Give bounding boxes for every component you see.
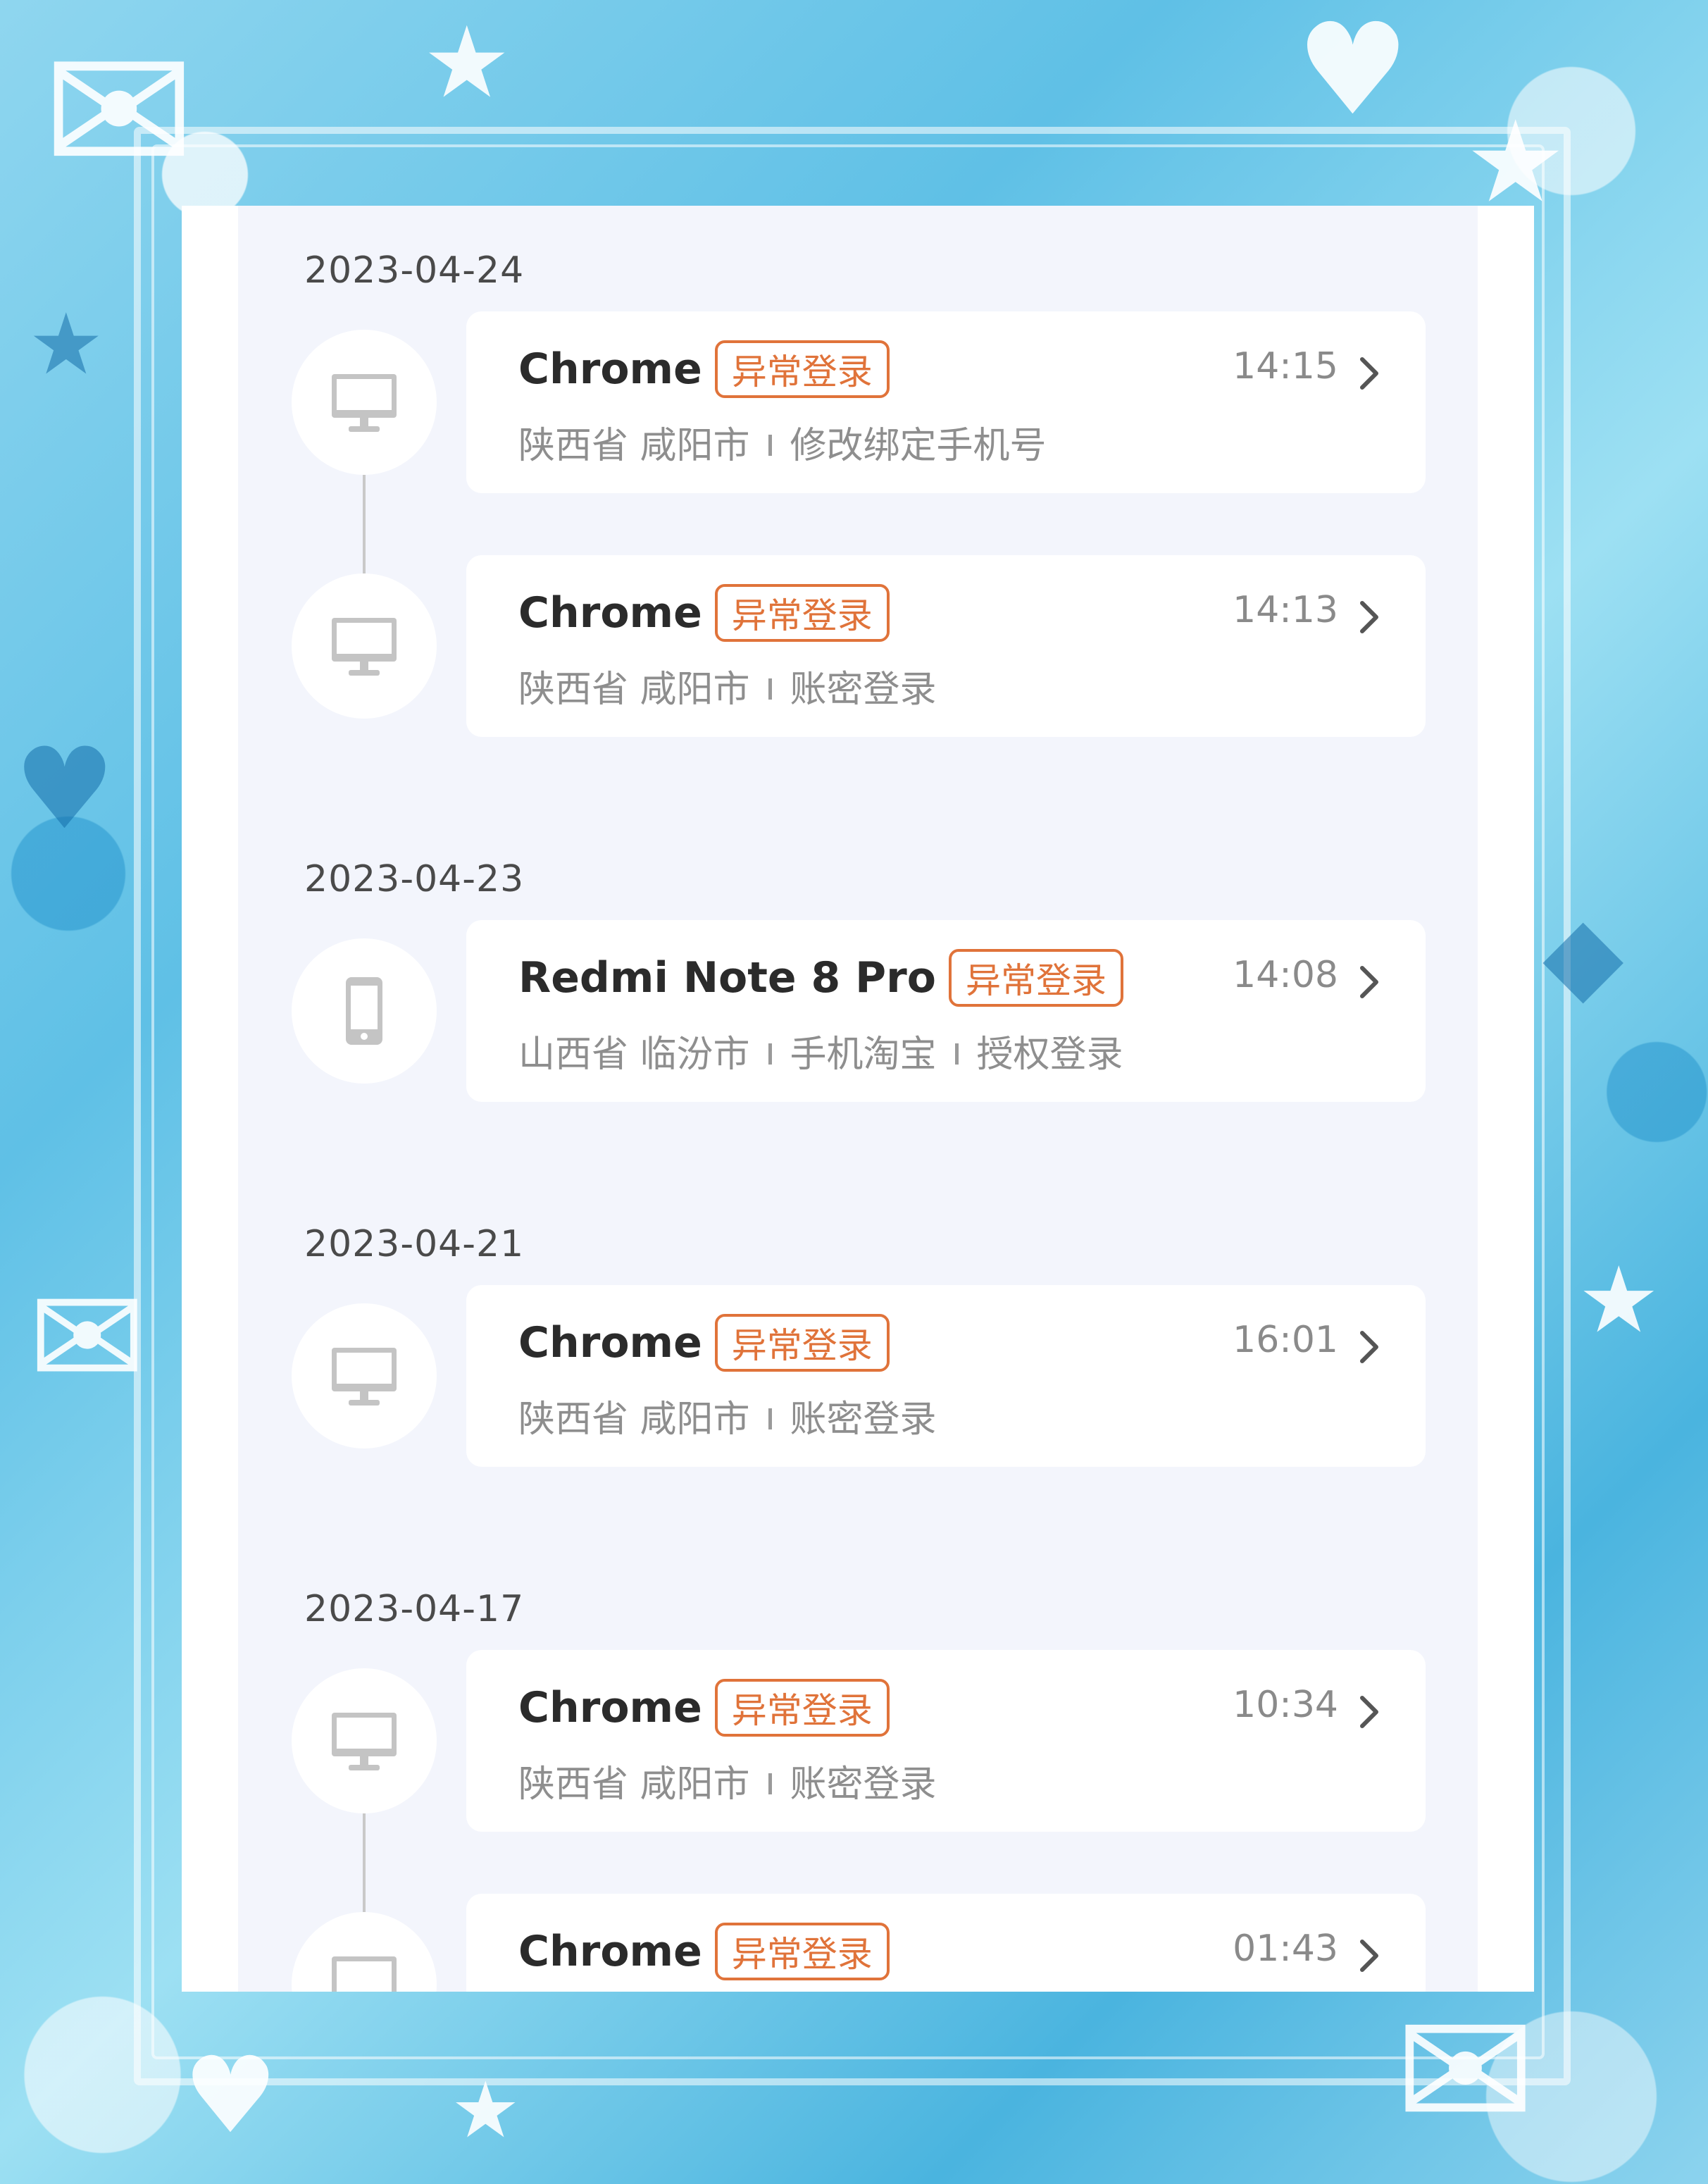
record-detail: 修改绑定手机号 xyxy=(790,425,1047,467)
record-detail: 授权登录 xyxy=(976,1034,1123,1076)
record-title-row: Chrome 异常登录 xyxy=(518,1674,890,1742)
record-subtitle: 陕西省 咸阳市 修改绑定手机号 xyxy=(518,416,1047,469)
desktop-icon xyxy=(332,618,397,676)
heart-decoration: ♥ xyxy=(14,723,116,855)
login-history-panel: 2023-04-24 Chrome 异常登录 14:15 陕西省 咸阳市 修改绑定手机号 C… xyxy=(238,206,1478,1992)
record-location: 陕西省 咸阳市 xyxy=(518,669,750,711)
timeline-node xyxy=(292,330,437,475)
record-location: 陕西省 咸阳市 xyxy=(518,1398,750,1441)
abnormal-login-badge: 异常登录 xyxy=(714,1923,890,1980)
record-title-row: Chrome 异常登录 xyxy=(518,335,890,403)
separator xyxy=(768,435,772,456)
login-history-card: 2023-04-24 Chrome 异常登录 14:15 陕西省 咸阳市 修改绑定手机号 C… xyxy=(182,206,1534,1992)
record-subtitle: 陕西省 咸阳市 账密登录 xyxy=(518,659,937,712)
device-name: Chrome xyxy=(518,1927,702,1976)
desktop-icon xyxy=(332,1713,397,1770)
login-record[interactable]: Chrome 异常登录 16:01 陕西省 咸阳市 账密登录 xyxy=(466,1285,1426,1467)
desktop-icon xyxy=(332,374,397,432)
login-record[interactable]: Chrome 异常登录 10:34 陕西省 咸阳市 账密登录 xyxy=(466,1650,1426,1832)
chevron-right-icon[interactable] xyxy=(1355,596,1383,638)
record-time: 14:15 xyxy=(1233,345,1338,387)
device-name: Chrome xyxy=(518,588,702,638)
record-subtitle: 陕西省 咸阳市 账密登录 xyxy=(518,1754,937,1807)
record-detail: 手机淘宝 xyxy=(790,1034,937,1076)
device-name: Redmi Note 8 Pro xyxy=(518,953,936,1003)
abnormal-login-badge: 异常登录 xyxy=(714,1314,890,1372)
timeline-node xyxy=(292,573,437,719)
abnormal-login-badge: 异常登录 xyxy=(948,949,1123,1007)
envelope-decoration: ✉ xyxy=(1395,1973,1537,2170)
record-title-row: Chrome 异常登录 xyxy=(518,1309,890,1377)
login-record[interactable]: Chrome异常登录01:43陕西省 咸阳市账密登录 xyxy=(466,1894,1426,1992)
record-detail: 账密登录 xyxy=(790,1398,937,1441)
record-subtitle: 陕西省 咸阳市 账密登录 xyxy=(518,1389,937,1442)
separator xyxy=(768,678,772,700)
chevron-right-icon[interactable] xyxy=(1355,1935,1383,1977)
record-detail: 账密登录 xyxy=(790,669,937,711)
timeline-connector xyxy=(363,475,366,573)
envelope-decoration: ✉ xyxy=(28,1256,147,1420)
record-title-row: Chrome 异常登录 xyxy=(518,1918,890,1985)
record-location: 陕西省 咸阳市 xyxy=(518,425,750,467)
timeline-node xyxy=(292,1303,437,1448)
record-time: 14:13 xyxy=(1233,589,1338,631)
chevron-right-icon[interactable] xyxy=(1355,1326,1383,1368)
record-time: 01:43 xyxy=(1233,1928,1338,1970)
star-decoration: ★ xyxy=(1578,1246,1660,1353)
timeline-node xyxy=(292,938,437,1084)
envelope-decoration: ✉ xyxy=(42,6,196,219)
abnormal-login-badge: 异常登录 xyxy=(714,340,890,398)
phone-icon xyxy=(346,977,382,1045)
device-name: Chrome xyxy=(518,1683,702,1732)
record-time: 10:34 xyxy=(1233,1684,1338,1726)
chevron-right-icon[interactable] xyxy=(1355,961,1383,1003)
star-decoration: ★ xyxy=(451,2065,520,2155)
record-time: 14:08 xyxy=(1233,954,1338,996)
record-location: 陕西省 咸阳市 xyxy=(518,1763,750,1806)
chevron-right-icon[interactable] xyxy=(1355,1691,1383,1733)
abnormal-login-badge: 异常登录 xyxy=(714,1679,890,1737)
desktop-icon xyxy=(332,1348,397,1406)
heart-decoration: ♥ xyxy=(1296,0,1410,144)
abnormal-login-badge: 异常登录 xyxy=(714,584,890,642)
date-heading: 2023-04-23 xyxy=(304,858,525,900)
separator xyxy=(954,1043,959,1065)
record-detail: 账密登录 xyxy=(790,1763,937,1806)
separator xyxy=(768,1408,772,1429)
star-decoration: ★ xyxy=(423,6,511,120)
date-heading: 2023-04-17 xyxy=(304,1588,525,1630)
timeline-node xyxy=(292,1912,437,1992)
record-title-row: Redmi Note 8 Pro 异常登录 xyxy=(518,944,1123,1012)
timeline-connector xyxy=(363,1813,366,1912)
device-name: Chrome xyxy=(518,345,702,394)
record-subtitle: 山西省 临汾市 手机淘宝 授权登录 xyxy=(518,1024,1123,1077)
heart-decoration: ♥ xyxy=(183,2035,278,2157)
star-decoration: ★ xyxy=(28,296,104,394)
separator xyxy=(768,1773,772,1794)
star-decoration: ★ xyxy=(1465,96,1566,228)
record-title-row: Chrome 异常登录 xyxy=(518,579,890,647)
timeline-node xyxy=(292,1668,437,1813)
device-name: Chrome xyxy=(518,1318,702,1367)
record-time: 16:01 xyxy=(1233,1319,1338,1361)
login-record[interactable]: Chrome 异常登录 14:15 陕西省 咸阳市 修改绑定手机号 xyxy=(466,311,1426,493)
badge-decoration: ◆ xyxy=(1542,893,1624,1016)
date-heading: 2023-04-21 xyxy=(304,1223,525,1265)
record-location: 山西省 临汾市 xyxy=(518,1034,750,1076)
desktop-icon xyxy=(332,1956,397,1992)
separator xyxy=(768,1043,772,1065)
login-record[interactable]: Redmi Note 8 Pro 异常登录 14:08 山西省 临汾市 手机淘宝 授权登录 xyxy=(466,920,1426,1102)
login-record[interactable]: Chrome 异常登录 14:13 陕西省 咸阳市 账密登录 xyxy=(466,555,1426,737)
chevron-right-icon[interactable] xyxy=(1355,352,1383,395)
date-heading: 2023-04-24 xyxy=(304,249,525,292)
